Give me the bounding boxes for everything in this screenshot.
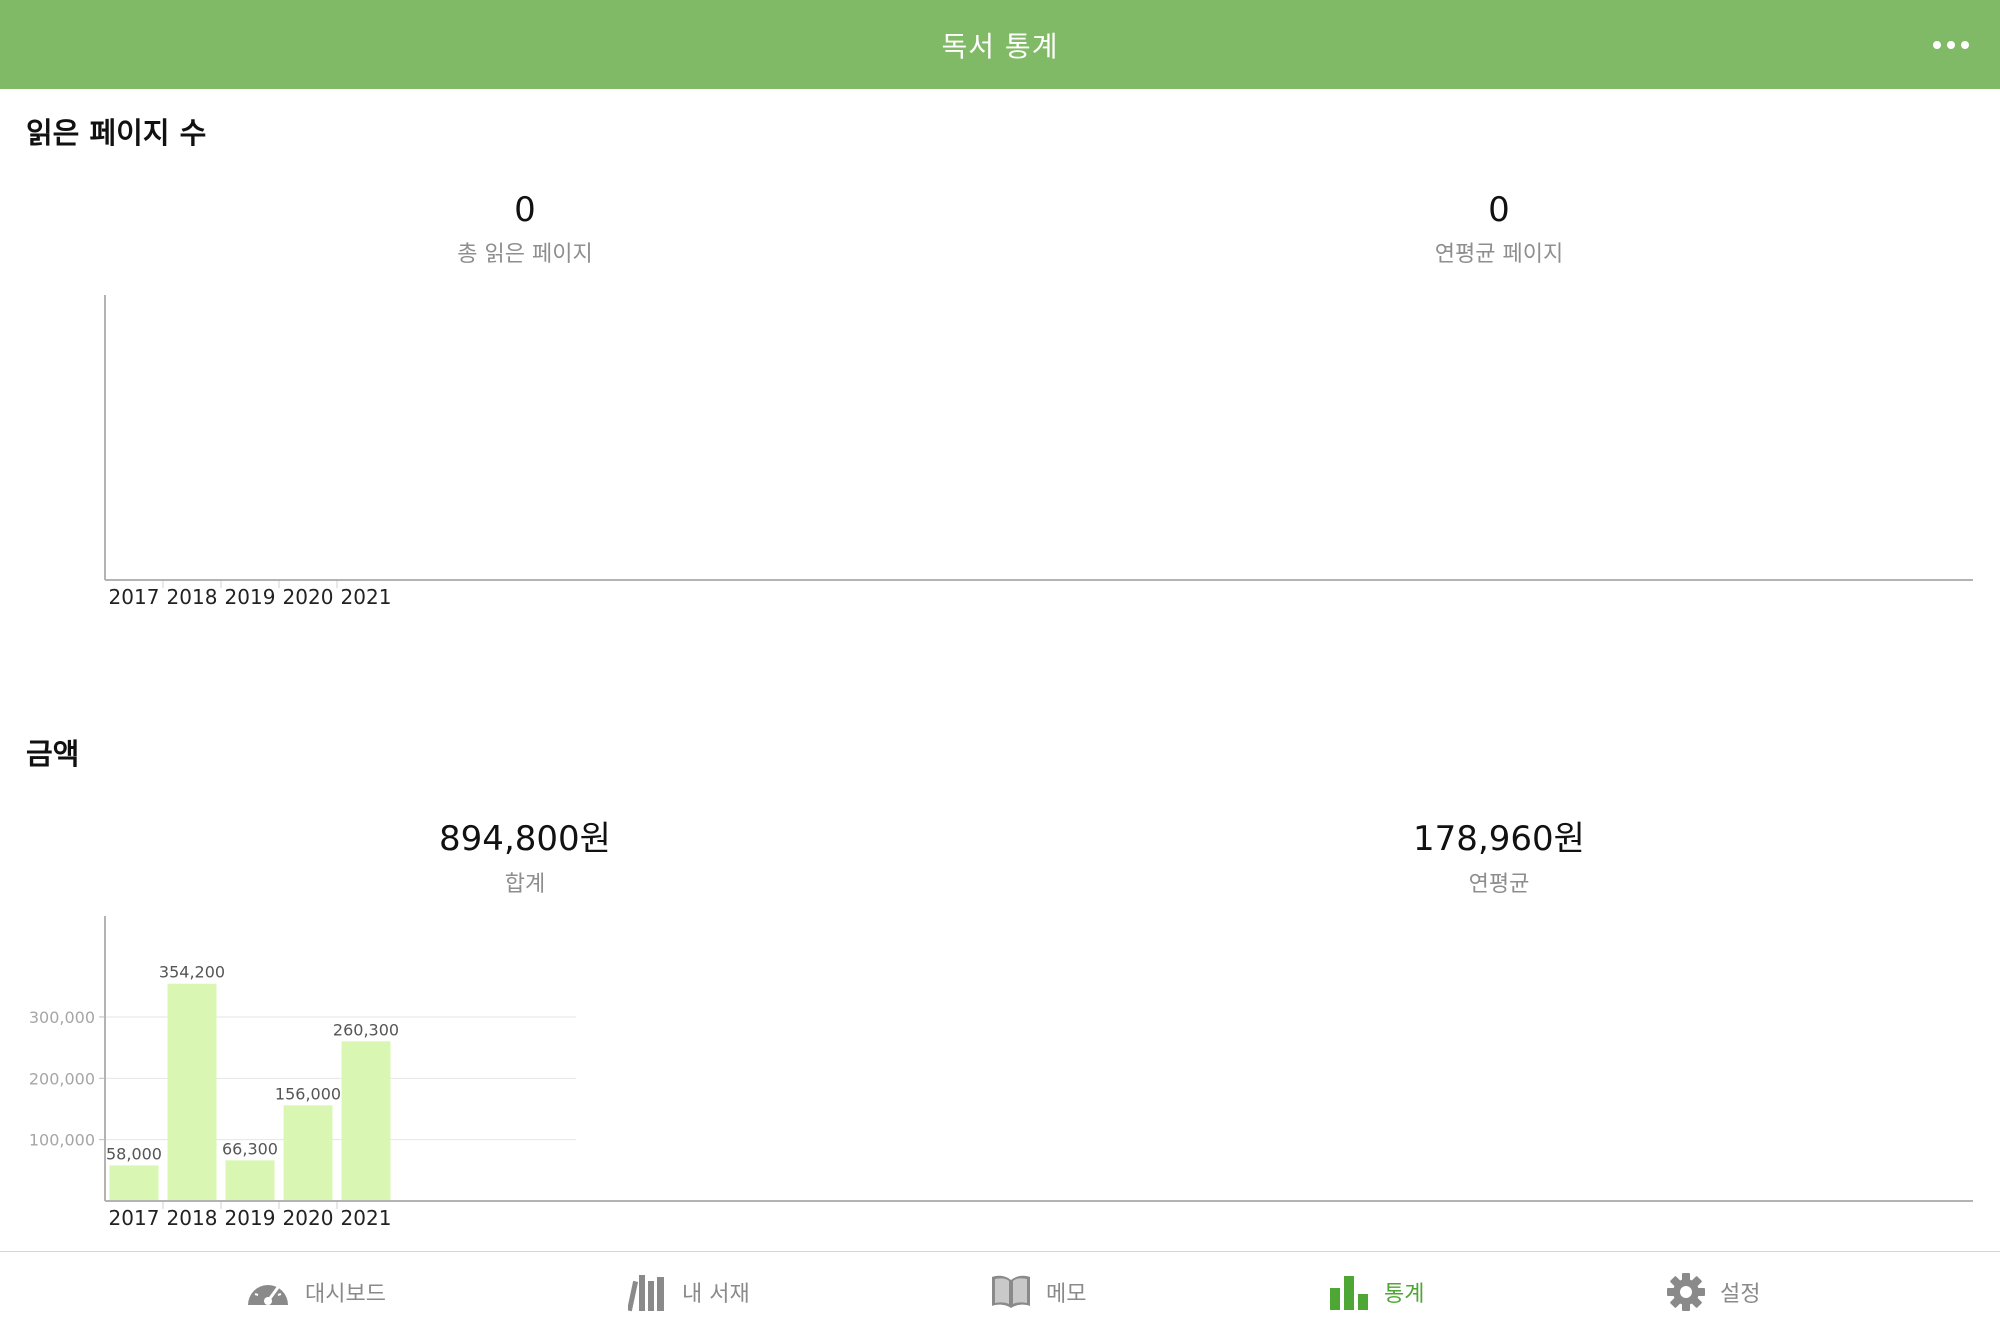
x-tick-label: 2017 bbox=[109, 1206, 160, 1230]
x-tick-label: 2021 bbox=[341, 1206, 392, 1230]
more-dot-icon bbox=[1947, 41, 1955, 49]
yearly-avg-pages-label: 연평균 페이지 bbox=[1434, 242, 1564, 267]
total-pages-value: 0 bbox=[514, 190, 536, 230]
tab-settings[interactable]: 설정 bbox=[1666, 1252, 1760, 1331]
x-tick-label: 2020 bbox=[283, 1206, 334, 1230]
y-tick-label: 200,000 bbox=[29, 1069, 95, 1088]
total-amount-stat: 894,800원 합계 bbox=[325, 811, 725, 898]
y-tick-label: 100,000 bbox=[29, 1131, 95, 1150]
bottom-tab-bar: 대시보드 내 서재 메모 통계 설정 bbox=[0, 1251, 2000, 1330]
bar-value-label: 260,300 bbox=[333, 1020, 399, 1039]
total-amount-label: 합계 bbox=[504, 872, 546, 897]
x-tick-label: 2019 bbox=[225, 585, 276, 609]
tab-statistics[interactable]: 통계 bbox=[1328, 1252, 1424, 1331]
y-tick-label: 300,000 bbox=[29, 1008, 95, 1027]
x-tick-label: 2020 bbox=[283, 585, 334, 609]
top-navigation-bar: 독서 통계 bbox=[0, 0, 2000, 89]
bar bbox=[225, 1160, 275, 1201]
yearly-avg-pages-value: 0 bbox=[1488, 190, 1510, 230]
tab-my-library[interactable]: 내 서재 bbox=[628, 1252, 750, 1331]
bar-value-label: 58,000 bbox=[106, 1144, 162, 1163]
total-pages-label: 총 읽은 페이지 bbox=[457, 242, 593, 267]
tab-memo-label: 메모 bbox=[1046, 1281, 1087, 1307]
pages-bar-chart: 2017 2018 2019 2020 2021 bbox=[104, 295, 1973, 609]
pages-section-title: 읽은 페이지 수 bbox=[26, 116, 207, 150]
gear-icon bbox=[1667, 1272, 1705, 1311]
yearly-avg-amount-value: 178,960원 bbox=[1413, 819, 1585, 859]
tab-settings-label: 설정 bbox=[1720, 1281, 1761, 1307]
total-pages-stat: 0 총 읽은 페이지 bbox=[325, 190, 725, 268]
more-dot-icon bbox=[1961, 41, 1969, 49]
tab-my-library-label: 내 서재 bbox=[682, 1281, 750, 1307]
yearly-avg-amount-label: 연평균 bbox=[1468, 872, 1530, 897]
tab-dashboard-label: 대시보드 bbox=[305, 1281, 386, 1307]
bar-value-label: 66,300 bbox=[222, 1139, 278, 1158]
x-tick-label: 2018 bbox=[167, 585, 218, 609]
tab-memo[interactable]: 메모 bbox=[990, 1252, 1086, 1331]
bookshelf-icon bbox=[628, 1274, 664, 1311]
bar-value-label: 156,000 bbox=[275, 1084, 341, 1103]
bar bbox=[283, 1105, 333, 1201]
x-tick-label: 2018 bbox=[167, 1206, 218, 1230]
tab-dashboard[interactable]: 대시보드 bbox=[245, 1252, 386, 1331]
x-tick-label: 2019 bbox=[225, 1206, 276, 1230]
bar bbox=[109, 1165, 159, 1201]
page-title: 독서 통계 bbox=[941, 29, 1059, 63]
speedometer-icon bbox=[248, 1280, 288, 1305]
x-tick-label: 2017 bbox=[109, 585, 160, 609]
tab-statistics-label: 통계 bbox=[1384, 1281, 1425, 1307]
bar-value-label: 354,200 bbox=[159, 963, 225, 982]
x-tick-label: 2021 bbox=[341, 585, 392, 609]
bar bbox=[341, 1041, 391, 1201]
more-options-button[interactable] bbox=[1924, 28, 1978, 62]
amount-section-title: 금액 bbox=[26, 737, 80, 771]
bar-chart-icon bbox=[1330, 1275, 1368, 1310]
yearly-avg-pages-stat: 0 연평균 페이지 bbox=[1299, 190, 1699, 268]
book-icon bbox=[992, 1275, 1030, 1308]
amount-bar-chart: 100,000 200,000 300,000 58,000 2017 354,200 20… bbox=[29, 916, 1973, 1230]
more-dot-icon bbox=[1933, 41, 1941, 49]
bar bbox=[167, 983, 217, 1201]
yearly-avg-amount-stat: 178,960원 연평균 bbox=[1299, 811, 1699, 898]
total-amount-value: 894,800원 bbox=[439, 819, 611, 859]
